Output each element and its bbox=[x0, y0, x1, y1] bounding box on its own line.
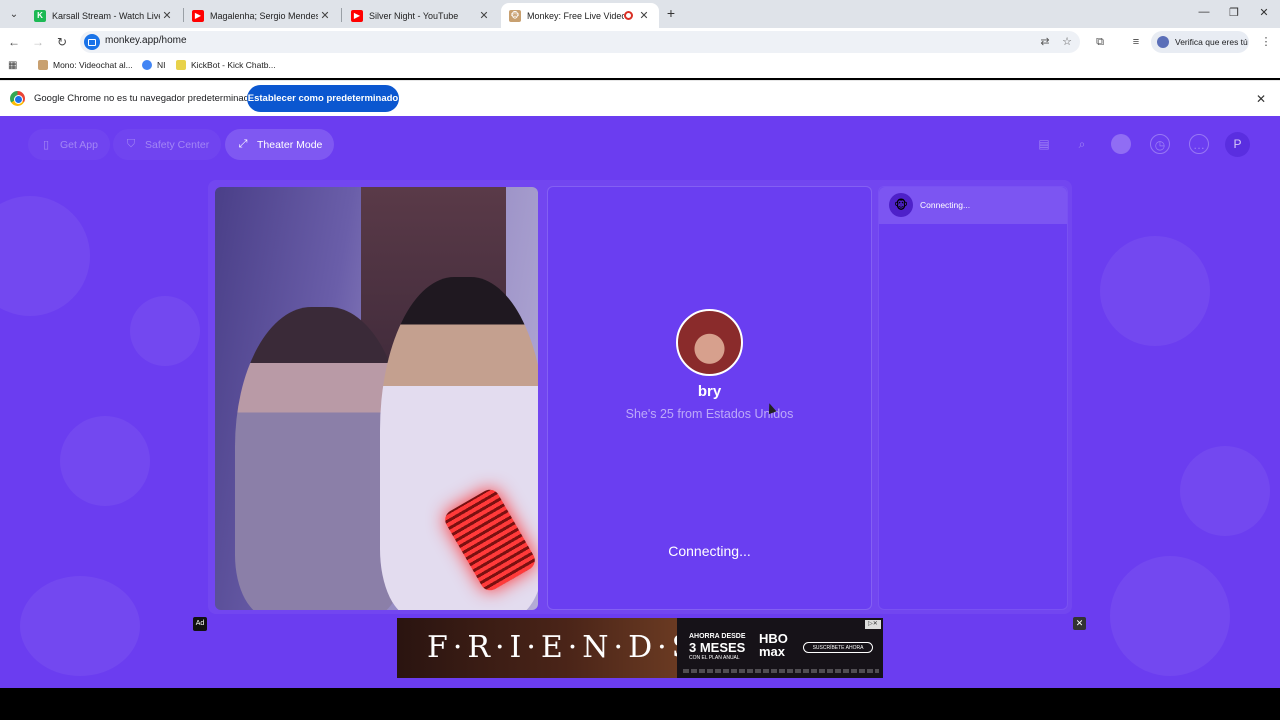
safety-center-button[interactable]: ⛉ Safety Center bbox=[113, 129, 222, 160]
expand-icon: ⤢ bbox=[238, 138, 248, 150]
close-tab-icon[interactable]: ✕ bbox=[637, 9, 651, 22]
google-icon bbox=[142, 60, 152, 70]
shield-icon: ⛉ bbox=[126, 138, 136, 150]
bookmark-ni[interactable]: NI bbox=[142, 60, 166, 70]
chat-header: 🐵 Connecting... bbox=[879, 187, 1067, 224]
ad-label: Ad bbox=[193, 617, 207, 631]
close-tab-icon[interactable]: ✕ bbox=[318, 9, 332, 22]
profile-avatar[interactable]: P bbox=[1225, 132, 1250, 157]
apps-grid-icon[interactable]: ▦ bbox=[8, 60, 20, 72]
menu-kebab-icon[interactable]: ⋮ bbox=[1258, 34, 1274, 50]
peer-info: She's 25 from Estados Unidos bbox=[625, 407, 794, 421]
browser-toolbar: ← → ↻ monkey.app/home ⇄ ☆ ⧉ ≡ Verifica q… bbox=[0, 28, 1280, 56]
search-icon[interactable]: ⌕ bbox=[1072, 134, 1092, 154]
minimize-button[interactable]: — bbox=[1196, 6, 1212, 18]
extensions-icon[interactable]: ⧉ bbox=[1092, 34, 1108, 50]
back-button[interactable]: ← bbox=[6, 34, 22, 50]
ad-title: F·R·I·E·N·D·S bbox=[427, 630, 698, 665]
ad-offer: ▷✕ AHORRA DESDE 3 MESES CON EL PLAN ANUA… bbox=[677, 618, 883, 678]
youtube-icon: ▶ bbox=[351, 9, 363, 22]
tab-title: Silver Night - YouTube bbox=[369, 10, 459, 21]
tab-silver-night[interactable]: ▶ Silver Night - YouTube ✕ bbox=[343, 3, 499, 28]
adchoices-icon[interactable]: ▷✕ bbox=[865, 620, 881, 629]
restore-button[interactable]: ❐ bbox=[1226, 6, 1242, 19]
monkey-page: ▯ Get App ⛉ Safety Center ⤢ Theater Mode… bbox=[0, 116, 1280, 688]
recording-icon bbox=[624, 11, 633, 20]
tab-strip: ⌄ K Karsall Stream - Watch Live on ✕ ▶ M… bbox=[0, 0, 1280, 28]
shop-icon[interactable]: ▤ bbox=[1034, 134, 1054, 154]
close-window-button[interactable]: ✕ bbox=[1256, 6, 1272, 19]
profile-avatar-icon bbox=[1157, 36, 1169, 48]
close-icon[interactable]: ✕ bbox=[1256, 92, 1266, 106]
kickbot-icon bbox=[176, 60, 186, 70]
history-icon[interactable]: ◷ bbox=[1150, 134, 1170, 154]
tab-title: Karsall Stream - Watch Live on bbox=[52, 10, 160, 21]
default-browser-infobar: Google Chrome no es tu navegador predete… bbox=[0, 80, 1280, 116]
subscribe-button[interactable]: SUSCRÍBETE AHORA bbox=[803, 642, 873, 653]
monkey-icon: 🐵 bbox=[889, 193, 913, 217]
monkey-icon bbox=[38, 60, 48, 70]
chat-status: Connecting... bbox=[920, 200, 971, 210]
avatar-icon[interactable] bbox=[1111, 134, 1131, 154]
media-controls-icon[interactable]: ≡ bbox=[1128, 34, 1144, 50]
peer-name: bry bbox=[697, 383, 722, 400]
site-info-icon[interactable] bbox=[84, 34, 100, 50]
tab-karsall[interactable]: K Karsall Stream - Watch Live on ✕ bbox=[26, 3, 182, 28]
bookmark-star-icon[interactable]: ☆ bbox=[1060, 35, 1074, 49]
get-app-button[interactable]: ▯ Get App bbox=[28, 129, 110, 160]
chat-panel: 🐵 Connecting... bbox=[878, 186, 1068, 610]
connecting-status: Connecting... bbox=[668, 543, 751, 559]
bookmarks-bar: ▦ Mono: Videochat al... NI KickBot - Kic… bbox=[0, 56, 1280, 78]
close-tab-icon[interactable]: ✕ bbox=[160, 9, 174, 22]
theater-mode-button[interactable]: ⤢ Theater Mode bbox=[225, 129, 335, 160]
monkey-icon: 🐵 bbox=[509, 9, 521, 22]
tab-monkey[interactable]: 🐵 Monkey: Free Live Video Ch ✕ bbox=[501, 3, 659, 28]
youtube-icon: ▶ bbox=[192, 9, 204, 22]
ad-fine-print bbox=[683, 669, 879, 673]
ad-image: F·R·I·E·N·D·S bbox=[397, 618, 692, 678]
hbo-max-logo: HBO max bbox=[759, 631, 788, 659]
profile-label: Verifica que eres tú bbox=[1175, 37, 1248, 47]
kick-icon: K bbox=[34, 9, 46, 22]
self-video bbox=[215, 187, 538, 610]
close-tab-icon[interactable]: ✕ bbox=[477, 9, 491, 22]
bottom-bar bbox=[0, 688, 1280, 720]
peer-panel: bry She's 25 from Estados Unidos Connect… bbox=[547, 186, 872, 610]
infobar-text: Google Chrome no es tu navegador predete… bbox=[34, 93, 255, 104]
chrome-logo-icon bbox=[10, 91, 25, 106]
new-tab-button[interactable]: + bbox=[663, 5, 679, 21]
set-default-button[interactable]: Establecer como predeterminado bbox=[247, 85, 399, 112]
phone-icon: ▯ bbox=[42, 139, 50, 151]
profile-button[interactable]: Verifica que eres tú bbox=[1151, 31, 1249, 53]
tab-magalenha[interactable]: ▶ Magalenha; Sergio Mendes [Le ✕ bbox=[184, 3, 340, 28]
reload-button[interactable]: ↻ bbox=[54, 34, 70, 50]
translate-icon[interactable]: ⇄ bbox=[1038, 35, 1052, 49]
forward-button[interactable]: → bbox=[30, 34, 46, 50]
tab-title: Magalenha; Sergio Mendes [Le bbox=[210, 10, 318, 21]
tab-title: Monkey: Free Live Video Ch bbox=[527, 10, 624, 21]
chat-icon[interactable]: … bbox=[1189, 134, 1209, 154]
ad-close-button[interactable]: ✕ bbox=[1073, 617, 1086, 630]
bookmark-mono[interactable]: Mono: Videochat al... bbox=[38, 60, 133, 70]
bookmark-kickbot[interactable]: KickBot - Kick Chatb... bbox=[176, 60, 276, 70]
tab-search-button[interactable]: ⌄ bbox=[4, 4, 24, 24]
address-bar[interactable]: monkey.app/home ⇄ ☆ bbox=[80, 31, 1080, 53]
ad-banner[interactable]: F·R·I·E·N·D·S ▷✕ AHORRA DESDE 3 MESES CO… bbox=[397, 618, 883, 678]
peer-avatar bbox=[676, 309, 743, 376]
url-text[interactable]: monkey.app/home bbox=[105, 35, 187, 46]
